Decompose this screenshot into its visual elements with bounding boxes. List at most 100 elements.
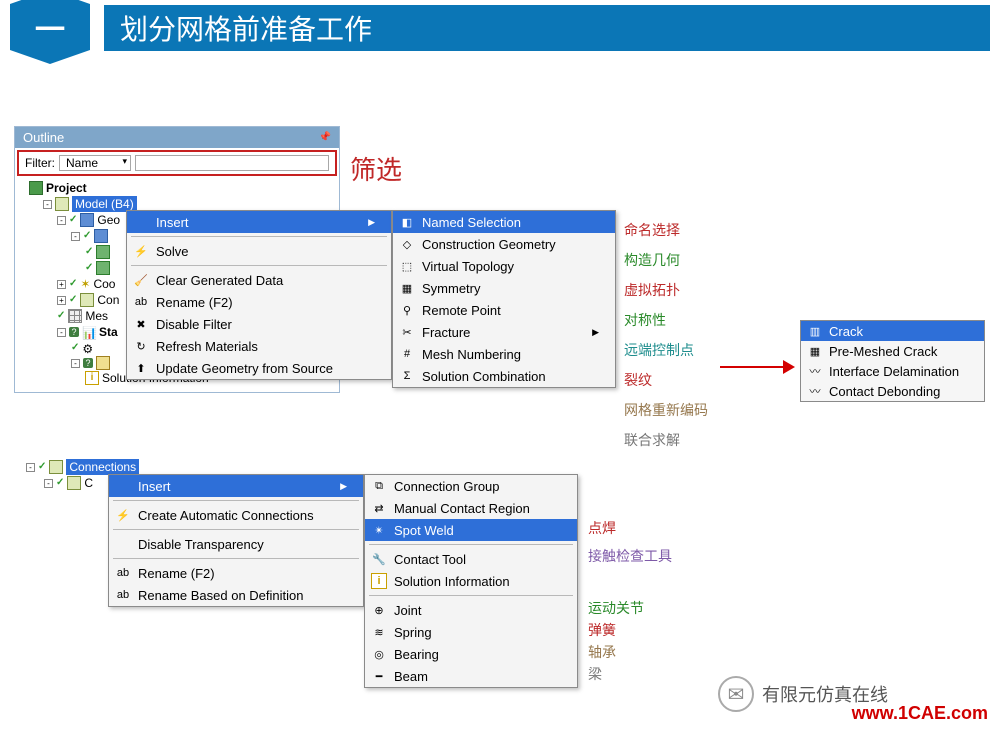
submenu-bearing[interactable]: ◎Bearing: [365, 643, 577, 665]
named-selection-icon: ◧: [399, 214, 415, 230]
beam-icon: ━: [371, 668, 387, 684]
question-icon: ?: [69, 327, 79, 337]
submenu-fracture[interactable]: ✂Fracture▶: [393, 321, 615, 343]
expand-icon[interactable]: -: [57, 216, 66, 225]
group-icon: ⧉: [371, 478, 387, 494]
submenu-named-selection[interactable]: ◧Named Selection: [393, 211, 615, 233]
anno-fracture: 裂纹: [624, 365, 708, 395]
filter-input[interactable]: [135, 155, 329, 171]
weld-icon: ✴: [371, 522, 387, 538]
topology-icon: ⬚: [399, 258, 415, 274]
expand-icon[interactable]: -: [57, 328, 66, 337]
context-menu-connections: Insert▶ ⚡Create Automatic Connections Di…: [108, 474, 364, 607]
submenu-joint[interactable]: ⊕Joint: [365, 599, 577, 621]
geometry-icon: [80, 213, 94, 227]
menu-rename-definition[interactable]: abRename Based on Definition: [109, 584, 363, 606]
menu-refresh-materials[interactable]: ↻Refresh Materials: [127, 335, 391, 357]
menu-insert[interactable]: Insert▶: [127, 211, 391, 233]
separator: [113, 558, 359, 559]
menu-premeshed-crack[interactable]: ▦Pre-Meshed Crack: [801, 341, 984, 361]
menu-disable-filter[interactable]: ✖Disable Filter: [127, 313, 391, 335]
premeshed-icon: ▦: [807, 343, 823, 359]
menu-clear-data[interactable]: 🧹Clear Generated Data: [127, 269, 391, 291]
expand-icon[interactable]: +: [57, 280, 66, 289]
check-icon: ✓: [71, 340, 79, 356]
menu-rename-conn[interactable]: abRename (F2): [109, 562, 363, 584]
connections-icon: [49, 460, 63, 474]
expand-icon[interactable]: -: [44, 479, 53, 488]
tree-project[interactable]: Project: [46, 180, 87, 196]
tree-connections-node[interactable]: Connections: [66, 459, 139, 475]
tree-con[interactable]: Con: [97, 292, 119, 308]
submenu-spring[interactable]: ≋Spring: [365, 621, 577, 643]
tree-coo[interactable]: Coo: [93, 276, 115, 292]
check-icon: ✓: [83, 228, 91, 244]
page-title: 划分网格前准备工作: [104, 5, 990, 51]
tree-c[interactable]: C: [84, 475, 93, 491]
submenu-remote-point[interactable]: ⚲Remote Point: [393, 299, 615, 321]
contact-icon: ⇄: [371, 500, 387, 516]
lightning-icon: ⚡: [115, 507, 131, 523]
separator: [113, 500, 359, 501]
expand-icon[interactable]: -: [26, 463, 35, 472]
expand-icon[interactable]: -: [71, 232, 80, 241]
annotations-insert-connections: 点焊 接触检查工具 运动关节 弹簧 轴承 梁: [588, 517, 672, 685]
anno-named-selection: 命名选择: [624, 215, 708, 245]
arrow-icon: [720, 360, 795, 374]
check-icon: ✓: [38, 459, 46, 475]
submenu-symmetry[interactable]: ▦Symmetry: [393, 277, 615, 299]
menu-rename[interactable]: abRename (F2): [127, 291, 391, 313]
submenu-connection-group[interactable]: ⧉Connection Group: [365, 475, 577, 497]
submenu-spot-weld[interactable]: ✴Spot Weld: [365, 519, 577, 541]
menu-contact-debonding[interactable]: 〰Contact Debonding: [801, 381, 984, 401]
submenu-construction-geometry[interactable]: ◇Construction Geometry: [393, 233, 615, 255]
submenu-contact-tool[interactable]: 🔧Contact Tool: [365, 548, 577, 570]
spring-icon: ≋: [371, 624, 387, 640]
clear-icon: 🧹: [133, 272, 149, 288]
check-icon: ✓: [57, 308, 65, 324]
submenu-insert-model: ◧Named Selection ◇Construction Geometry …: [392, 210, 616, 388]
pin-icon[interactable]: 📌: [319, 132, 331, 143]
submenu-solution-combination[interactable]: ΣSolution Combination: [393, 365, 615, 387]
menu-interface-delamination[interactable]: 〰Interface Delamination: [801, 361, 984, 381]
outline-title-bar: Outline 📌: [15, 127, 339, 148]
submenu-manual-contact[interactable]: ⇄Manual Contact Region: [365, 497, 577, 519]
symmetry-icon: ▦: [399, 280, 415, 296]
expand-icon[interactable]: -: [43, 200, 52, 209]
submenu-mesh-numbering[interactable]: #Mesh Numbering: [393, 343, 615, 365]
fracture-icon: ✂: [399, 324, 415, 340]
submenu-beam[interactable]: ━Beam: [365, 665, 577, 687]
check-icon: ✓: [85, 260, 93, 276]
menu-solve[interactable]: ⚡Solve: [127, 240, 391, 262]
chevron-right-icon: ▶: [340, 481, 347, 492]
submenu-virtual-topology[interactable]: ⬚Virtual Topology: [393, 255, 615, 277]
anno-joint: 运动关节: [588, 597, 672, 619]
info-icon: i: [85, 371, 99, 385]
tree-mes[interactable]: Mes: [85, 308, 108, 324]
separator: [131, 236, 387, 237]
menu-crack[interactable]: ▥Crack: [801, 321, 984, 341]
expand-icon[interactable]: +: [57, 296, 66, 305]
combination-icon: Σ: [399, 368, 415, 384]
menu-update-geometry[interactable]: ⬆Update Geometry from Source: [127, 357, 391, 379]
filter-off-icon: ✖: [133, 316, 149, 332]
submenu-solution-info[interactable]: iSolution Information: [365, 570, 577, 592]
check-icon: ✓: [69, 212, 77, 228]
mesh-icon: [68, 309, 82, 323]
debonding-icon: 〰: [807, 383, 823, 399]
separator: [131, 265, 387, 266]
menu-auto-connections[interactable]: ⚡Create Automatic Connections: [109, 504, 363, 526]
menu-disable-transparency[interactable]: Disable Transparency: [109, 533, 363, 555]
menu-insert-conn[interactable]: Insert▶: [109, 475, 363, 497]
anno-spot-weld: 点焊: [588, 517, 672, 539]
construction-icon: ◇: [399, 236, 415, 252]
submenu-insert-connections: ⧉Connection Group ⇄Manual Contact Region…: [364, 474, 578, 688]
bearing-icon: ◎: [371, 646, 387, 662]
expand-icon[interactable]: -: [71, 359, 80, 368]
filter-select[interactable]: Name: [59, 155, 131, 171]
check-icon: ✓: [69, 276, 77, 292]
section-badge: 一: [10, 4, 90, 50]
tree-sta[interactable]: Sta: [99, 324, 118, 340]
tree-geo[interactable]: Geo: [97, 212, 120, 228]
update-icon: ⬆: [133, 360, 149, 376]
